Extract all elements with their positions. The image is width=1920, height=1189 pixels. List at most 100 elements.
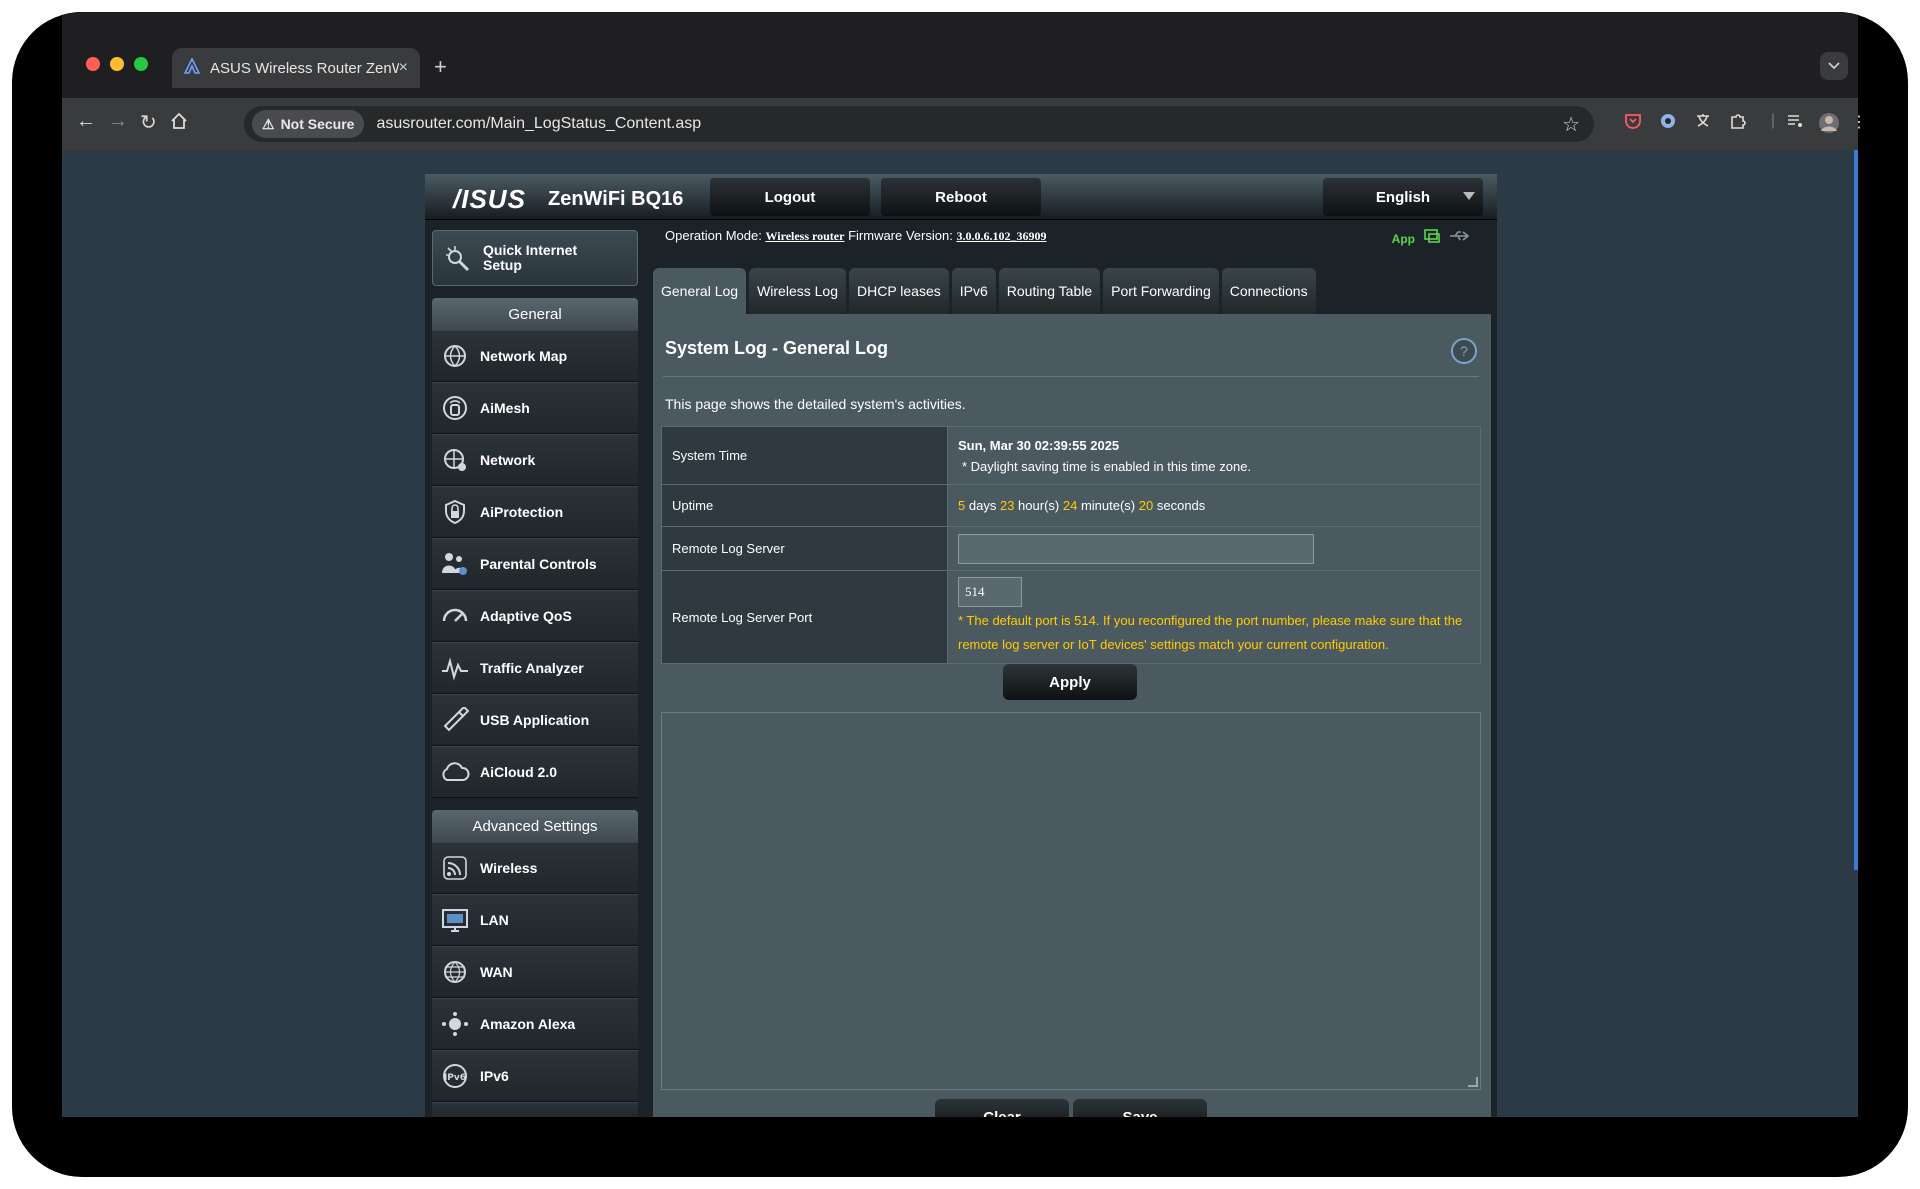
sidebar-item-traffic-analyzer[interactable]: Traffic Analyzer <box>432 642 638 694</box>
app-device-icon[interactable] <box>1423 228 1441 249</box>
firmware-label: Firmware Version: <box>848 228 953 243</box>
sidebar-item-amazon-alexa[interactable]: Amazon Alexa <box>432 998 638 1050</box>
sidebar-item-label: Network <box>480 452 536 468</box>
pulse-icon <box>440 653 470 683</box>
sidebar-item-wireless[interactable]: Wireless <box>432 842 638 894</box>
media-controls-icon[interactable] <box>1784 112 1806 134</box>
model-name: ZenWiFi BQ16 <box>548 188 684 210</box>
status-icons: App <box>1392 228 1471 249</box>
quick-internet-setup-label: Quick Internet Setup <box>483 242 578 273</box>
system-time-cell: Sun, Mar 30 02:39:55 2025 * Daylight sav… <box>947 426 1481 485</box>
usb-status-icon[interactable] <box>1449 229 1471 248</box>
web-page: /ISUS ZenWiFi BQ16 Logout Reboot English <box>62 150 1858 1117</box>
extension-icon[interactable] <box>1657 112 1679 134</box>
browser-tab[interactable]: ASUS Wireless Router ZenWi × <box>172 48 420 88</box>
tab-ipv6[interactable]: IPv6 <box>951 268 996 314</box>
wifi-icon <box>440 853 470 883</box>
bookmark-star-icon[interactable]: ☆ <box>1562 112 1580 137</box>
page-title: System Log - General Log <box>665 338 889 358</box>
sidebar-item-label: IPv6 <box>480 1068 509 1084</box>
sidebar-item-label: AiProtection <box>480 504 564 520</box>
tab-general-log[interactable]: General Log <box>653 268 747 314</box>
new-tab-button[interactable]: + <box>434 54 447 80</box>
url-text[interactable]: asusrouter.com/Main_LogStatus_Content.as… <box>376 115 701 133</box>
quick-internet-setup-button[interactable]: Quick Internet Setup <box>432 230 638 286</box>
firmware-version-link[interactable]: 3.0.0.6.102_36909 <box>956 229 1046 243</box>
page-scrollbar[interactable] <box>1854 150 1858 870</box>
tab-dhcp-leases[interactable]: DHCP leases <box>848 268 949 314</box>
tab-port-forwarding[interactable]: Port Forwarding <box>1103 268 1219 314</box>
sidebar-item-network[interactable]: Network <box>432 434 638 486</box>
remote-log-server-input[interactable] <box>958 533 1314 564</box>
app-link[interactable]: App <box>1392 232 1415 246</box>
save-button[interactable]: Save <box>1073 1099 1207 1117</box>
globe-icon <box>440 957 470 987</box>
remote-log-server-label: Remote Log Server <box>661 526 948 571</box>
security-chip[interactable]: ⚠ Not Secure <box>252 110 365 138</box>
tab-close-icon[interactable]: × <box>399 59 408 77</box>
system-time-value: Sun, Mar 30 02:39:55 2025 <box>958 437 1120 453</box>
minimize-window-button[interactable] <box>110 57 124 71</box>
remote-log-port-input[interactable]: 514 <box>958 577 1022 607</box>
sidebar-item-adaptive-qos[interactable]: Adaptive QoS <box>432 590 638 642</box>
tab-routing-table[interactable]: Routing Table <box>998 268 1101 314</box>
home-icon[interactable] <box>170 112 188 136</box>
tab-wireless-log[interactable]: Wireless Log <box>749 268 846 314</box>
uptime-days-unit: days <box>968 498 997 513</box>
close-window-button[interactable] <box>86 57 100 71</box>
sidebar-item-aimesh[interactable]: AiMesh <box>432 382 638 434</box>
family-icon <box>440 549 470 579</box>
window-controls <box>86 57 148 71</box>
sidebar-item-lan[interactable]: LAN <box>432 894 638 946</box>
table-row: Uptime 5 days 23 hour(s) 24 minute(s) 20 <box>661 484 1481 527</box>
tab-connections[interactable]: Connections <box>1221 268 1316 314</box>
sidebar-item-label: AiMesh <box>480 400 530 416</box>
asus-logo: /ISUS <box>453 184 526 214</box>
uptime-minutes: 24 <box>1062 498 1078 513</box>
reload-icon[interactable]: ↻ <box>140 110 157 135</box>
forward-icon[interactable]: → <box>108 110 128 133</box>
alexa-icon <box>440 1009 470 1039</box>
back-icon[interactable]: ← <box>76 110 96 133</box>
port-note: * The default port is 514. If you reconf… <box>958 613 1463 652</box>
speedometer-icon <box>440 601 470 631</box>
sidebar: Quick Internet Setup General Network Map… <box>432 230 638 1117</box>
address-bar[interactable]: ⚠ Not Secure asusrouter.com/Main_LogStat… <box>244 106 1594 142</box>
logout-button[interactable]: Logout <box>710 178 870 216</box>
sidebar-item-aicloud[interactable]: AiCloud 2.0 <box>432 746 638 798</box>
clear-button[interactable]: Clear <box>935 1099 1069 1117</box>
ipv6-icon: IPv6 <box>440 1061 470 1091</box>
help-icon[interactable]: ? <box>1451 338 1477 364</box>
apply-button[interactable]: Apply <box>1003 664 1137 700</box>
browser-window: ASUS Wireless Router ZenWi × + ← → ↻ ⚠ N… <box>12 12 1908 1177</box>
setup-wand-icon <box>443 243 473 273</box>
sidebar-item-network-map[interactable]: Network Map <box>432 330 638 382</box>
router-header: /ISUS ZenWiFi BQ16 Logout Reboot English <box>425 174 1497 220</box>
sidebar-item-label: LAN <box>480 912 509 928</box>
maximize-window-button[interactable] <box>134 57 148 71</box>
uptime-seconds-unit: seconds <box>1156 498 1206 513</box>
sidebar-item-wan[interactable]: WAN <box>432 946 638 998</box>
toolbar-divider: | <box>1770 112 1776 129</box>
operation-mode-link[interactable]: Wireless router <box>765 229 844 243</box>
pocket-icon[interactable] <box>1622 112 1644 134</box>
uptime-seconds: 20 <box>1138 498 1154 513</box>
sidebar-item-usb-application[interactable]: USB Application <box>432 694 638 746</box>
sidebar-item-ipv6[interactable]: IPv6 IPv6 <box>432 1050 638 1102</box>
translate-extension-icon[interactable] <box>1692 112 1714 134</box>
reboot-button[interactable]: Reboot <box>881 178 1041 216</box>
sidebar-item-aiprotection[interactable]: AiProtection <box>432 486 638 538</box>
operation-mode-label: Operation Mode: <box>665 228 762 243</box>
log-textarea[interactable] <box>661 712 1481 1090</box>
resize-grip-icon[interactable] <box>1468 1077 1478 1087</box>
remote-log-port-cell: 514 * The default port is 514. If you re… <box>947 570 1481 664</box>
sidebar-item-partial[interactable] <box>432 1102 638 1117</box>
puzzle-extensions-icon[interactable] <box>1727 112 1749 134</box>
tab-title: ASUS Wireless Router ZenWi <box>210 59 399 77</box>
language-select[interactable]: English <box>1323 178 1483 216</box>
shield-lock-icon <box>440 497 470 527</box>
sidebar-item-parental-controls[interactable]: Parental Controls <box>432 538 638 590</box>
profile-avatar[interactable] <box>1818 112 1840 134</box>
tab-search-button[interactable] <box>1820 52 1848 80</box>
browser-menu-icon[interactable]: ⋮ <box>1848 112 1870 134</box>
